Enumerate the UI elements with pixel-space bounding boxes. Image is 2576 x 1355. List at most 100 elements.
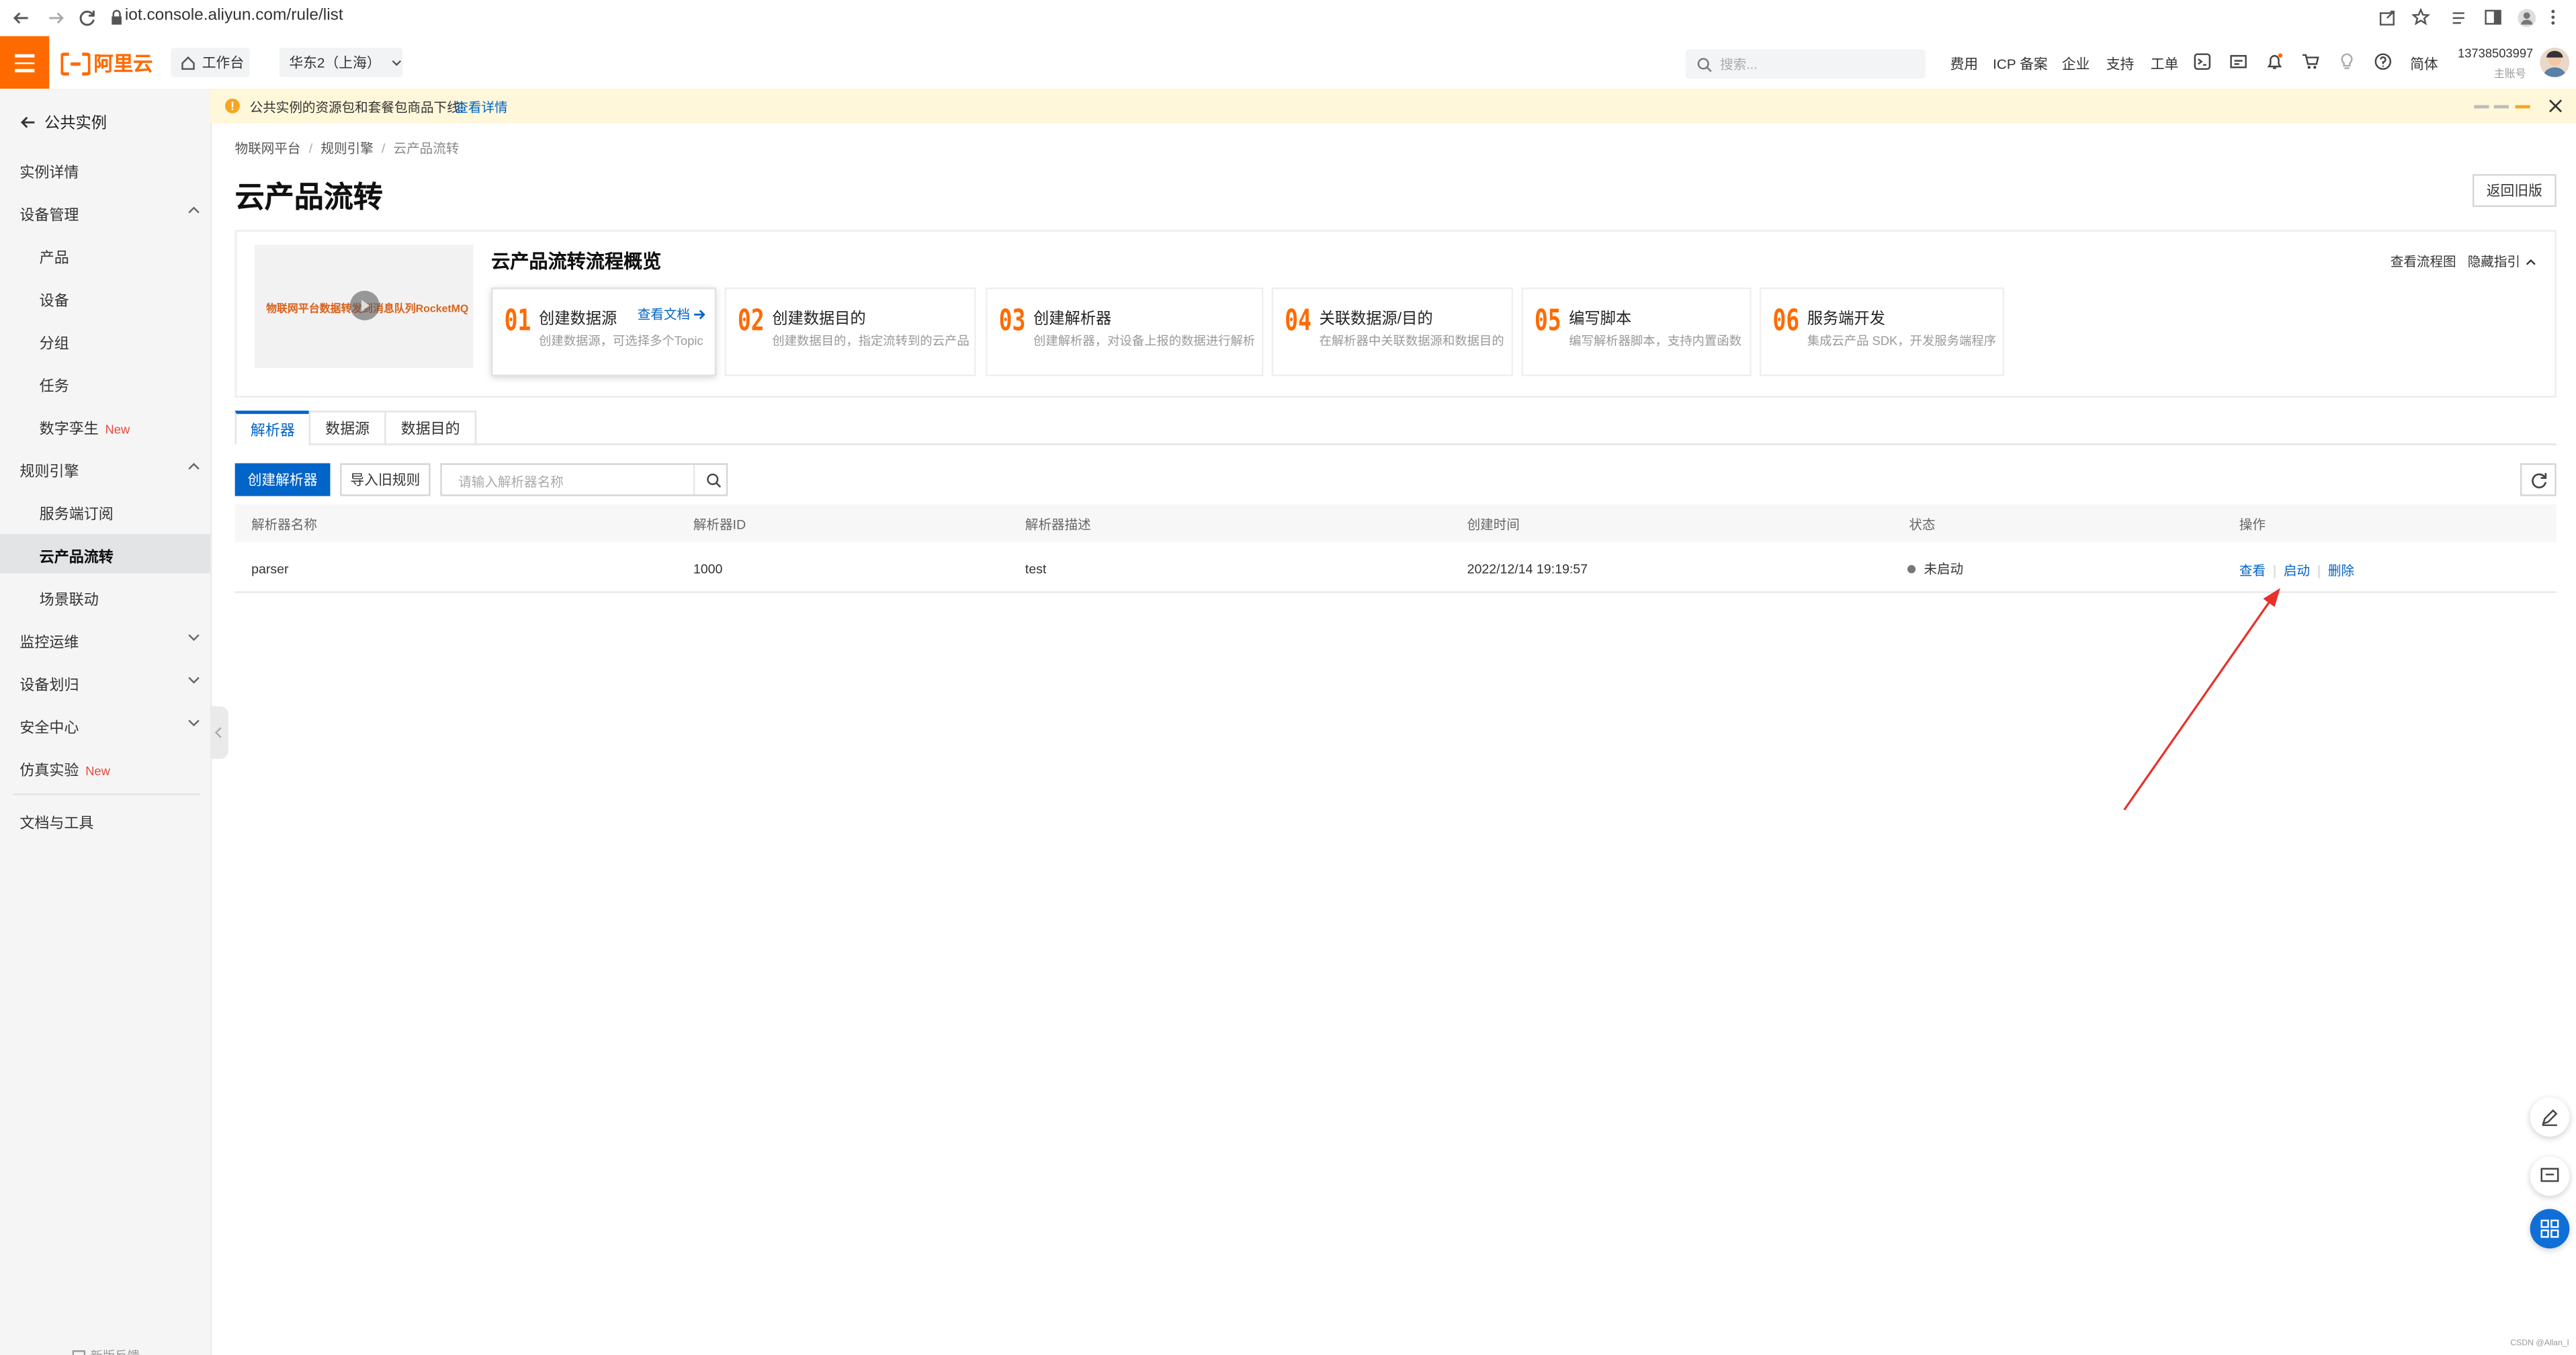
- sidebar-item-security-center[interactable]: 安全中心: [19, 716, 79, 738]
- chevron-down-icon: [392, 59, 402, 65]
- reading-list-icon[interactable]: [2451, 8, 2471, 28]
- language-switch[interactable]: 简体: [2410, 54, 2438, 74]
- back-to-old-version-button[interactable]: 返回旧版: [2473, 174, 2557, 208]
- tab-data-source[interactable]: 数据源: [308, 410, 386, 445]
- url-bar[interactable]: iot.console.aliyun.com/rule/list: [125, 7, 343, 25]
- notice-detail-link[interactable]: 查看详情: [455, 99, 507, 117]
- chat-float-button[interactable]: [2530, 1156, 2570, 1196]
- start-action-link[interactable]: 启动: [2284, 562, 2310, 580]
- column-header: 状态: [1909, 517, 1936, 533]
- chevron-down-icon[interactable]: [187, 674, 201, 687]
- sidebar-collapse-handle[interactable]: [210, 706, 228, 759]
- sidebar-item-simulation[interactable]: 仿真实验 New: [19, 759, 110, 781]
- new-badge: New: [105, 422, 130, 437]
- sidebar-item-group[interactable]: 分组: [40, 332, 69, 353]
- back-arrow-icon[interactable]: [11, 8, 31, 28]
- account-role: 主账号: [2493, 69, 2526, 81]
- nav-link-icp[interactable]: ICP 备案: [1993, 54, 2048, 74]
- browser-toolbar: iot.console.aliyun.com/rule/list: [0, 0, 2576, 38]
- feedback-link[interactable]: 新版反馈: [72, 1347, 140, 1355]
- search-icon[interactable]: [706, 473, 722, 488]
- flow-guide-panel: 物联网平台数据转发到消息队列RocketMQ 云产品流转流程概览 查看流程图 隐…: [234, 230, 2557, 398]
- breadcrumb-item[interactable]: 规则引擎: [320, 140, 373, 158]
- sidebar-item-server-subscription[interactable]: 服务端订阅: [40, 502, 114, 524]
- parser-id-cell: 1000: [693, 562, 723, 577]
- sidebar-item-task[interactable]: 任务: [40, 375, 69, 396]
- sidebar-divider: [13, 793, 201, 795]
- sidebar-item-rule-engine[interactable]: 规则引擎: [19, 460, 79, 482]
- view-action-link[interactable]: 查看: [2239, 562, 2266, 580]
- view-docs-link[interactable]: 查看文档: [638, 306, 707, 324]
- hide-guide-toggle[interactable]: 隐藏指引: [2468, 253, 2537, 271]
- workbench-button[interactable]: 工作台: [171, 47, 250, 77]
- nav-link-ticket[interactable]: 工单: [2151, 54, 2179, 74]
- sidebar-item-device-assignment[interactable]: 设备划归: [19, 674, 79, 695]
- parser-name-cell: parser: [251, 562, 289, 577]
- nav-link-enterprise[interactable]: 企业: [2062, 54, 2090, 74]
- avatar[interactable]: [2540, 47, 2570, 77]
- sidebar-item-product[interactable]: 产品: [40, 247, 69, 268]
- message-icon[interactable]: [2229, 52, 2247, 71]
- sidebar-item-data-forwarding[interactable]: 云产品流转: [40, 545, 114, 567]
- close-icon[interactable]: [2548, 99, 2563, 114]
- tab-data-destination[interactable]: 数据目的: [384, 410, 477, 445]
- sidebar: 公共实例 实例详情 设备管理 产品 设备 分组 任务 数字孪生 New 规则引擎 …: [0, 89, 212, 1355]
- forward-arrow-icon[interactable]: [46, 8, 65, 28]
- sidebar-item-scene-linkage[interactable]: 场景联动: [40, 588, 99, 609]
- reload-icon[interactable]: [77, 8, 97, 28]
- lightbulb-icon[interactable]: [2338, 52, 2356, 71]
- cloud-shell-icon[interactable]: [2193, 52, 2211, 71]
- sidebar-item-instance-detail[interactable]: 实例详情: [19, 161, 79, 183]
- tab-parser[interactable]: 解析器: [234, 410, 311, 445]
- guide-step-1[interactable]: 01 创建数据源 查看文档 创建数据源，可选择多个Topic: [491, 287, 717, 376]
- guide-step-5[interactable]: 05 编写脚本 编写解析器脚本，支持内置函数: [1521, 287, 1752, 376]
- column-header: 解析器描述: [1025, 517, 1091, 533]
- chevron-up-icon[interactable]: [187, 460, 201, 474]
- sidebar-item-device[interactable]: 设备: [40, 289, 69, 310]
- play-icon[interactable]: [349, 290, 380, 320]
- nav-link-support[interactable]: 支持: [2106, 54, 2135, 74]
- create-parser-button[interactable]: 创建解析器: [234, 463, 331, 496]
- carousel-dot[interactable]: [2474, 105, 2489, 109]
- edit-float-button[interactable]: [2530, 1097, 2570, 1137]
- apps-float-button[interactable]: [2530, 1209, 2570, 1249]
- refresh-button[interactable]: [2520, 463, 2557, 496]
- import-old-rules-button[interactable]: 导入旧规则: [340, 463, 431, 496]
- column-header: 解析器名称: [251, 517, 317, 533]
- table-header: [234, 504, 2557, 542]
- step-desc: 创建数据源，可选择多个Topic: [539, 333, 703, 349]
- delete-action-link[interactable]: 删除: [2328, 562, 2354, 580]
- global-search-input[interactable]: 搜索...: [1685, 49, 1926, 79]
- sidebar-item-docs-tools[interactable]: 文档与工具: [19, 812, 93, 833]
- share-icon[interactable]: [2379, 8, 2399, 28]
- star-icon[interactable]: [2411, 8, 2432, 28]
- more-vert-icon[interactable]: [2550, 8, 2569, 28]
- nav-link-billing[interactable]: 费用: [1950, 54, 1978, 74]
- sidebar-back-button[interactable]: 公共实例: [19, 110, 107, 133]
- cart-icon[interactable]: [2302, 52, 2320, 71]
- guide-video-thumbnail[interactable]: 物联网平台数据转发到消息队列RocketMQ: [255, 245, 474, 368]
- aliyun-logo[interactable]: 阿里云: [60, 49, 153, 77]
- notification-bell-icon[interactable]: [2266, 52, 2284, 71]
- guide-step-3[interactable]: 03 创建解析器 创建解析器，对设备上报的数据进行解析: [986, 287, 1264, 376]
- account-id[interactable]: 13738503997: [2458, 46, 2533, 60]
- profile-icon[interactable]: [2517, 8, 2536, 28]
- carousel-dot[interactable]: [2493, 105, 2509, 109]
- guide-step-4[interactable]: 04 关联数据源/目的 在解析器中关联数据源和数据目的: [1271, 287, 1514, 376]
- carousel-dot-active[interactable]: [2515, 105, 2530, 109]
- sidebar-item-digital-twin[interactable]: 数字孪生 New: [40, 417, 130, 439]
- region-selector[interactable]: 华东2（上海）: [279, 47, 403, 77]
- parser-search-input[interactable]: 请输入解析器名称: [440, 463, 728, 496]
- help-icon[interactable]: [2374, 52, 2392, 71]
- breadcrumb-item[interactable]: 物联网平台: [235, 140, 301, 158]
- view-flowchart-link[interactable]: 查看流程图: [2391, 253, 2456, 271]
- chevron-down-icon[interactable]: [187, 716, 201, 730]
- guide-step-6[interactable]: 06 服务端开发 集成云产品 SDK，开发服务端程序: [1759, 287, 2005, 376]
- sidebar-item-device-management[interactable]: 设备管理: [19, 204, 79, 225]
- guide-step-2[interactable]: 02 创建数据目的 创建数据目的，指定流转到的云产品: [724, 287, 976, 376]
- sidepanel-icon[interactable]: [2484, 8, 2503, 28]
- sidebar-item-monitoring[interactable]: 监控运维: [19, 631, 79, 652]
- menu-icon[interactable]: [0, 36, 50, 89]
- chevron-down-icon[interactable]: [187, 631, 201, 644]
- chevron-up-icon[interactable]: [187, 204, 201, 217]
